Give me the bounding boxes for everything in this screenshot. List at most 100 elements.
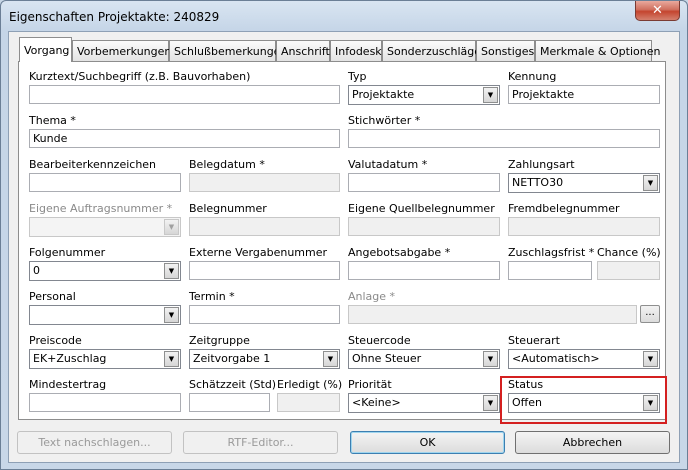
auftragsnummer-select[interactable]: ▼ [29,217,181,237]
window-title: Eigenschaften Projektakte: 240829 [9,10,220,24]
folgenummer-label: Folgenummer [29,246,106,259]
bearbeiter-label: Bearbeiterkennzeichen [29,158,157,171]
abbrechen-button[interactable]: Abbrechen [515,431,670,454]
zuschlagsfrist-input[interactable] [508,261,592,280]
status-value: Offen [512,396,542,409]
steuercode-value: Ohne Steuer [352,352,422,365]
chevron-down-icon[interactable]: ▼ [483,395,498,411]
status-label: Status [508,378,544,391]
steuerart-select[interactable]: <Automatisch> ▼ [508,349,660,369]
tab-schlussbemerkungen[interactable]: Schlußbemerkungen [169,40,287,61]
tab-vorbemerkungen[interactable]: Vorbemerkungen [72,40,171,61]
tab-anschrift[interactable]: Anschrift [276,40,330,61]
stichwoerter-label: Stichwörter * [348,114,421,127]
steuerart-value: <Automatisch> [512,352,600,365]
tab-infodesk[interactable]: Infodesk [330,40,382,61]
preiscode-label: Preiscode [29,334,82,347]
title-bar[interactable]: Eigenschaften Projektakte: 240829 ✕ [1,1,687,31]
personal-select[interactable]: ▼ [29,305,181,325]
kurztext-label: Kurztext/Suchbegriff (z.B. Bauvorhaben) [29,70,251,83]
belegnummer-label: Belegnummer [189,202,267,215]
typ-select[interactable]: Projektakte ▼ [348,85,500,105]
rtf-editor-button[interactable]: RTF-Editor... [183,431,338,454]
anlage-label: Anlage * [348,290,396,303]
schaetzzeit-label: Schätzzeit (Std) [189,378,277,391]
auftragsnummer-label: Eigene Auftragsnummer * [29,202,173,215]
belegnummer-input[interactable] [189,217,340,236]
prioritaet-select[interactable]: <Keine> ▼ [348,393,500,413]
preiscode-select[interactable]: EK+Zuschlag ▼ [29,349,181,369]
close-button[interactable]: ✕ [635,1,680,21]
quellbelegnummer-label: Eigene Quellbelegnummer [348,202,495,215]
mindestertrag-label: Mindestertrag [29,378,107,391]
thema-label: Thema * [29,114,76,127]
angebotsabgabe-label: Angebotsabgabe * [348,246,451,259]
folgenummer-value: 0 [33,264,40,277]
chevron-down-icon[interactable]: ▼ [164,219,179,235]
kennung-input[interactable]: Projektakte [508,85,660,104]
chevron-down-icon[interactable]: ▼ [643,395,658,411]
zuschlagsfrist-label: Zuschlagsfrist * [508,246,595,259]
thema-input[interactable]: Kunde [29,129,340,148]
externe-vergabe-label: Externe Vergabenummer [189,246,328,259]
zeitgruppe-value: Zeitvorgabe 1 [193,352,271,365]
prioritaet-value: <Keine> [352,396,401,409]
zeitgruppe-label: Zeitgruppe [189,334,250,347]
chevron-down-icon[interactable]: ▼ [643,175,658,191]
anlage-browse-button[interactable]: ... [640,305,660,323]
belegdatum-label: Belegdatum * [189,158,265,171]
termin-label: Termin * [189,290,235,303]
chevron-down-icon[interactable]: ▼ [323,351,338,367]
erledigt-label: Erledigt (%) [277,378,343,391]
kurztext-input[interactable] [29,85,340,104]
externe-vergabe-input[interactable] [189,261,340,280]
kennung-label: Kennung [508,70,557,83]
zahlungsart-label: Zahlungsart [508,158,575,171]
anlage-input[interactable] [348,305,637,324]
stichwoerter-input[interactable] [348,129,660,148]
chevron-down-icon[interactable]: ▼ [643,351,658,367]
preiscode-value: EK+Zuschlag [33,352,107,365]
chevron-down-icon[interactable]: ▼ [483,351,498,367]
chevron-down-icon[interactable]: ▼ [164,263,179,279]
fremdbelegnummer-label: Fremdbelegnummer [508,202,620,215]
steuercode-label: Steuercode [348,334,411,347]
belegdatum-input[interactable] [189,173,340,192]
zeitgruppe-select[interactable]: Zeitvorgabe 1 ▼ [189,349,340,369]
zahlungsart-select[interactable]: NETTO30 ▼ [508,173,660,193]
steuercode-select[interactable]: Ohne Steuer ▼ [348,349,500,369]
dialog-window: Eigenschaften Projektakte: 240829 ✕ Vorg… [0,0,688,470]
close-icon[interactable]: ✕ [652,3,663,18]
prioritaet-label: Priorität [348,378,392,391]
personal-label: Personal [29,290,76,303]
tab-vorgang[interactable]: Vorgang [19,37,72,62]
dialog-content: Vorgang Vorbemerkungen Schlußbemerkungen… [8,31,680,463]
termin-input[interactable] [189,305,340,324]
fremdbelegnummer-input[interactable] [508,217,660,236]
quellbelegnummer-input[interactable] [348,217,500,236]
schaetzzeit-input[interactable] [189,393,270,412]
typ-label: Typ [348,70,367,83]
ok-button[interactable]: OK [350,431,505,454]
text-nachschlagen-button[interactable]: Text nachschlagen... [17,431,172,454]
chevron-down-icon[interactable]: ▼ [483,87,498,103]
tab-merkmale-optionen[interactable]: Merkmale & Optionen [535,40,660,61]
erledigt-input[interactable] [277,393,340,412]
typ-value: Projektakte [352,88,415,101]
chevron-down-icon[interactable]: ▼ [164,307,179,323]
tab-sonderzuschlaege[interactable]: Sonderzuschläge [382,40,481,61]
status-select[interactable]: Offen ▼ [508,393,660,413]
chevron-down-icon[interactable]: ▼ [164,351,179,367]
valutadatum-input[interactable] [348,173,500,192]
mindestertrag-input[interactable] [29,393,181,412]
angebotsabgabe-input[interactable] [348,261,500,280]
valutadatum-label: Valutadatum * [348,158,428,171]
steuerart-label: Steuerart [508,334,560,347]
tab-sonstiges[interactable]: Sonstiges [476,40,535,61]
tab-panel-vorgang: Kurztext/Suchbegriff (z.B. Bauvorhaben) … [18,61,666,420]
zahlungsart-value: NETTO30 [512,176,564,189]
chance-input[interactable] [597,261,660,280]
chance-label: Chance (%) [597,246,661,259]
folgenummer-select[interactable]: 0 ▼ [29,261,181,281]
bearbeiter-input[interactable] [29,173,181,192]
